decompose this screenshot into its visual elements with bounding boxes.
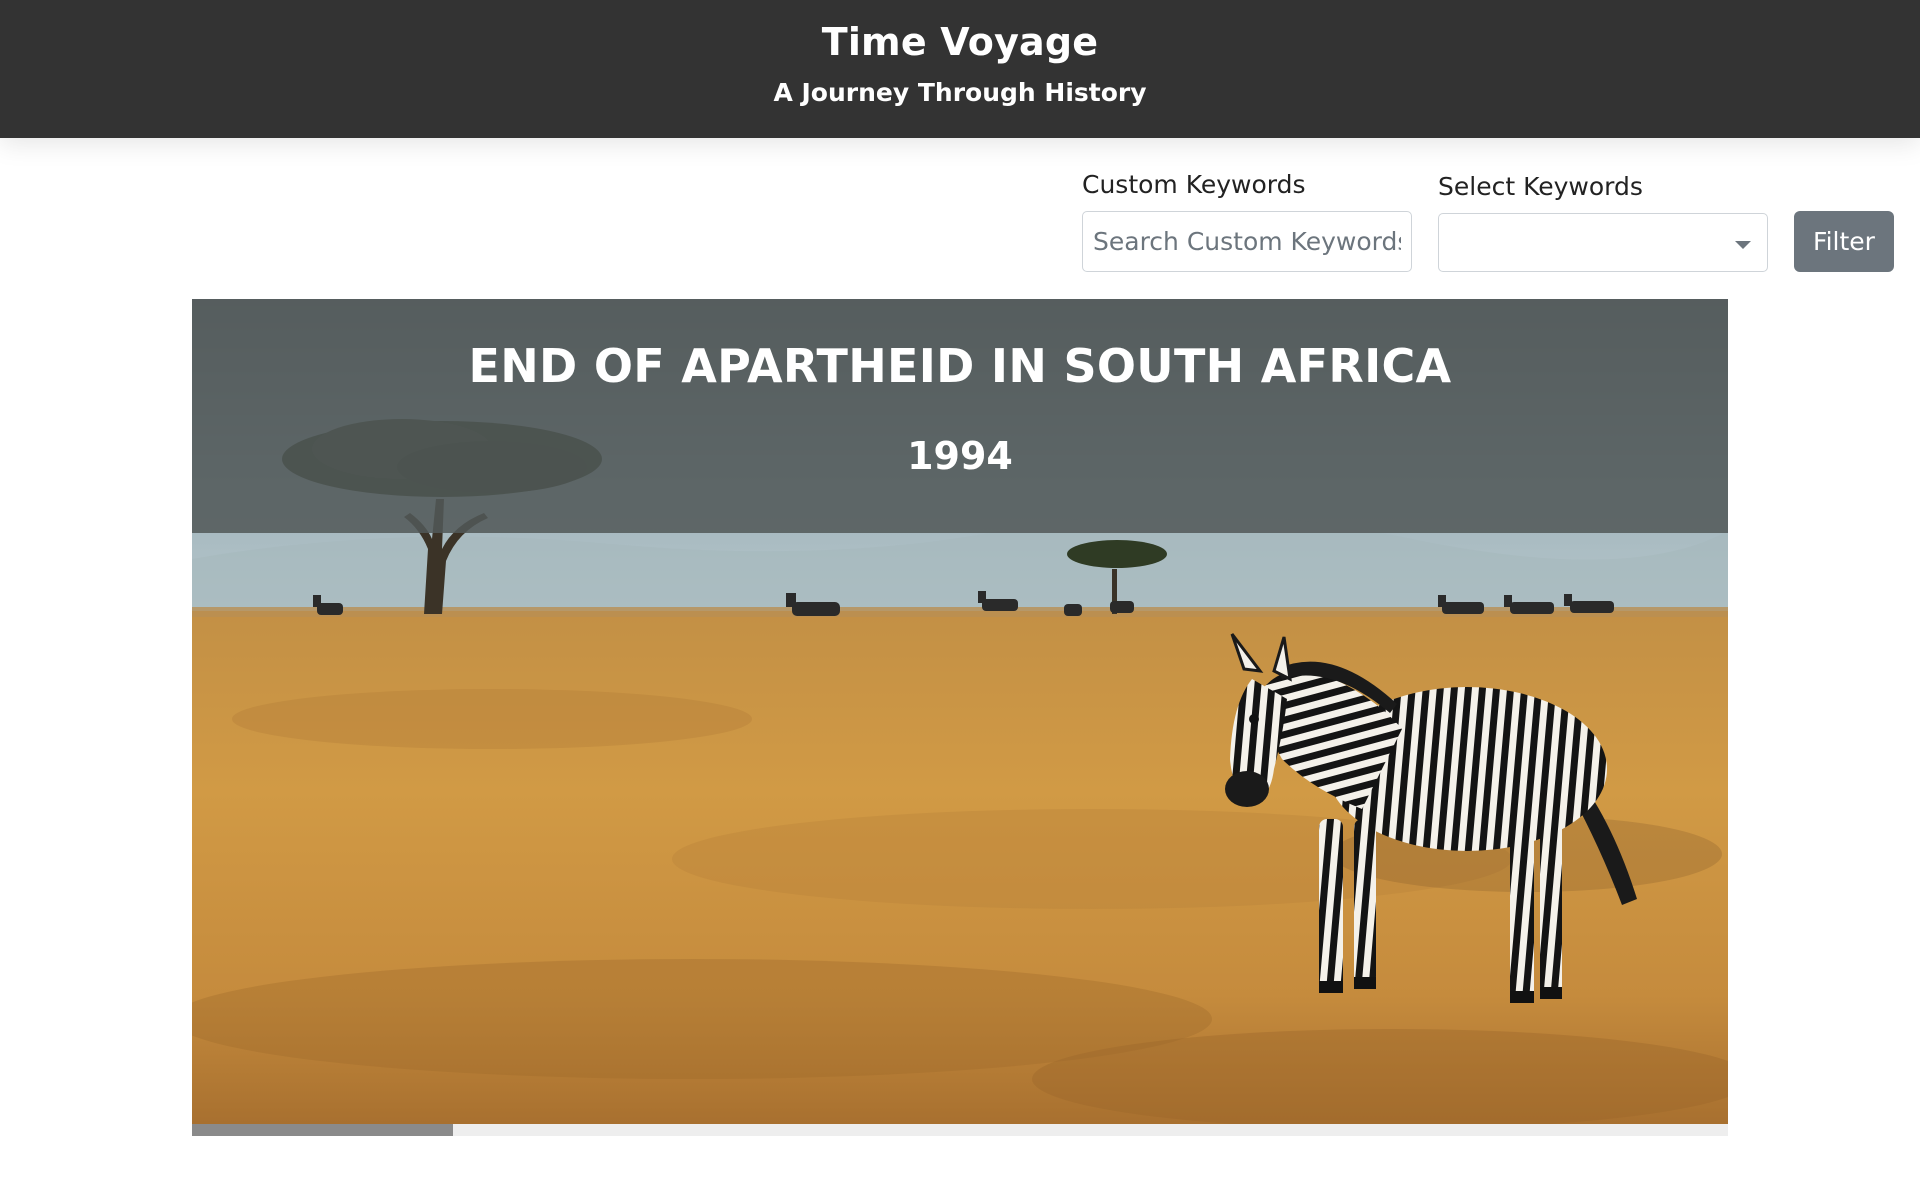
select-keywords-label: Select Keywords — [1438, 172, 1643, 201]
site-header: Time Voyage A Journey Through History — [0, 0, 1920, 138]
custom-keywords-label: Custom Keywords — [1082, 170, 1306, 199]
event-slide[interactable]: END OF APARTHEID IN SOUTH AFRICA 1994 — [192, 299, 1728, 1124]
site-title: Time Voyage — [821, 20, 1099, 64]
site-subtitle: A Journey Through History — [773, 78, 1147, 107]
slide-progress-fill — [192, 1124, 454, 1136]
filter-button[interactable]: Filter — [1794, 211, 1894, 272]
slide-caption: END OF APARTHEID IN SOUTH AFRICA 1994 — [192, 299, 1728, 533]
chevron-down-icon — [1735, 241, 1751, 249]
select-keywords-dropdown[interactable] — [1438, 213, 1768, 272]
slide-progress-bar — [192, 1124, 1728, 1136]
event-year: 1994 — [907, 434, 1013, 478]
custom-keywords-input[interactable] — [1082, 211, 1412, 272]
event-title: END OF APARTHEID IN SOUTH AFRICA — [468, 339, 1452, 393]
